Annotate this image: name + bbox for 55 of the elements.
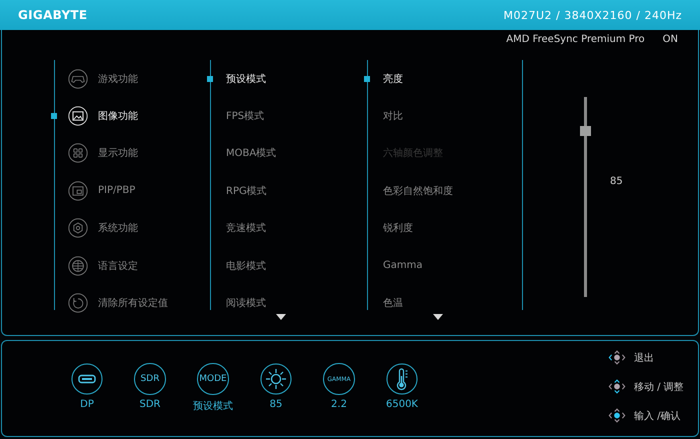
status-label: SDR [140,399,160,410]
port-icon [71,363,103,395]
mode-item[interactable]: 阅读模式 [211,284,367,322]
mode-item[interactable]: MOBA模式 [211,134,367,172]
freesync-value: ON [662,34,678,47]
joystick-icon [608,350,626,365]
status-label: 85 [270,399,282,410]
status-badge: SDR [134,363,166,395]
scroll-down-icon[interactable] [276,314,286,320]
pip-icon [68,180,88,201]
brand-logo: GIGABYTE [18,8,88,22]
grid-icon [68,143,88,164]
menu-item[interactable]: 游戏功能 [55,60,210,98]
setting-item[interactable]: 色温 [368,284,522,322]
thermometer-icon [386,363,418,395]
setting-item[interactable]: 色彩自然饱和度 [368,172,522,210]
scroll-down-icon[interactable] [433,314,443,320]
setting-item[interactable]: Gamma [368,246,522,284]
gear-icon [68,218,88,238]
setting-item[interactable]: 对比 [368,97,522,135]
status-label: 6500K [386,399,418,410]
freesync-label: AMD FreeSync Premium Pro [506,34,645,47]
model-info: M027U2 / 3840X2160 / 240Hz [504,8,682,22]
joystick-icon [608,408,626,423]
globe-icon [68,256,88,276]
status-label: 2.2 [331,399,347,410]
mode-item[interactable]: RPG模式 [211,172,367,210]
slider-thumb[interactable] [580,126,591,136]
menu-item[interactable]: 显示功能 [55,134,210,172]
setting-item[interactable]: 锐利度 [368,210,522,247]
selection-marker [364,76,370,82]
menu-item[interactable]: 系统功能 [55,210,210,247]
control-hint: 退出 [634,352,654,364]
status-label: 预设模式 [193,400,233,413]
menu-item[interactable]: 清除所有设定值 [55,284,210,322]
control-hint: 输入 /确认 [634,410,681,422]
reset-icon [68,293,88,314]
status-label: DP [80,399,94,410]
picture-icon [68,106,88,126]
joystick-icon [608,379,626,394]
setting-item[interactable]: 亮度 [368,60,522,98]
menu-item[interactable]: 语言设定 [55,246,210,284]
status-badge: MODE [197,363,229,395]
selection-marker [51,113,57,120]
mode-item[interactable]: FPS模式 [211,97,367,135]
selection-marker [207,76,213,82]
menu-item[interactable]: PIP/PBP [55,172,210,210]
control-hint: 移动 / 调整 [634,380,684,394]
sun-icon [260,363,292,395]
mode-item[interactable]: 竞速模式 [211,210,367,247]
mode-item[interactable]: 电影模式 [211,246,367,284]
menu-item[interactable]: 图像功能 [55,97,210,135]
brightness-value: 85 [610,176,623,187]
mode-item[interactable]: 预设模式 [211,60,367,98]
gamepad-icon [68,68,88,89]
